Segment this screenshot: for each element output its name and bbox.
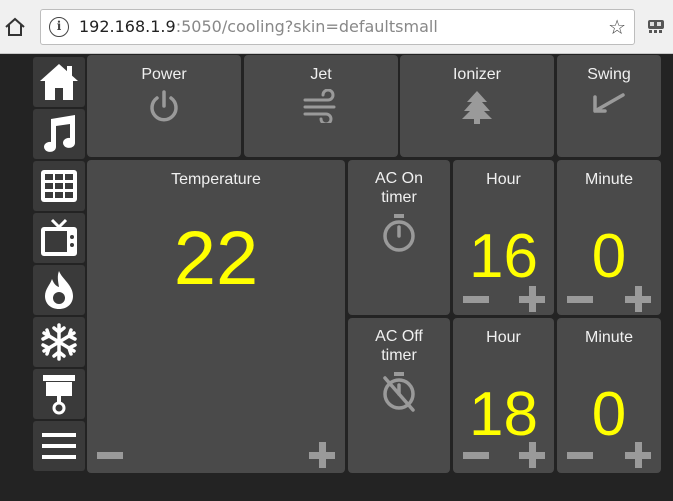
on-timer-minute-panel: Minute 0	[557, 160, 661, 315]
temperature-decrease-button[interactable]	[97, 452, 123, 459]
ac-off-timer-label-line2: timer	[381, 347, 417, 364]
on-timer-hour-decrease-button[interactable]	[463, 296, 489, 303]
power-button[interactable]: Power	[87, 55, 241, 157]
on-timer-minute-decrease-button[interactable]	[567, 296, 593, 303]
extension-icon[interactable]	[646, 16, 666, 36]
grid-icon	[41, 170, 77, 202]
power-icon	[150, 90, 178, 122]
on-timer-hour-label: Hour	[486, 171, 521, 188]
sidebar-item-grid[interactable]	[33, 161, 85, 211]
sidebar-item-fire[interactable]	[33, 265, 85, 315]
home-icon	[40, 64, 78, 100]
off-timer-hour-increase-button[interactable]	[519, 442, 545, 468]
ac-on-timer-button[interactable]: AC On timer	[348, 160, 450, 315]
ionizer-label: Ionizer	[452, 66, 502, 83]
sidebar-item-menu[interactable]	[33, 421, 85, 471]
bookmark-star-icon[interactable]: ☆	[608, 15, 626, 39]
tree-icon	[462, 91, 492, 124]
sidebar-item-projector[interactable]	[33, 369, 85, 419]
snowflake-icon	[41, 323, 77, 361]
off-timer-minute-increase-button[interactable]	[625, 442, 651, 468]
home-outline-icon	[5, 17, 25, 36]
on-timer-hour-panel: Hour 16	[453, 160, 554, 315]
url-path: :5050/cooling?skin=defaultsmall	[175, 17, 438, 36]
off-timer-hour-label: Hour	[486, 329, 521, 346]
ionizer-button[interactable]: Ionizer	[400, 55, 554, 157]
ac-on-timer-label-line1: AC On	[374, 170, 423, 187]
temperature-increase-button[interactable]	[309, 442, 335, 468]
stopwatch-off-icon	[383, 372, 415, 412]
swing-icon	[593, 93, 625, 113]
wind-icon	[303, 89, 336, 123]
temperature-label: Temperature	[171, 171, 261, 188]
ac-on-timer-label-line2: timer	[381, 189, 417, 206]
off-timer-minute-value: 0	[591, 380, 627, 449]
url-host: 192.168.1.9	[79, 17, 176, 36]
ac-off-timer-label-line1: AC Off	[375, 328, 423, 345]
on-timer-minute-value: 0	[591, 222, 627, 291]
browser-toolbar: i 192.168.1.9:5050/cooling?skin=defaults…	[0, 0, 673, 54]
on-timer-minute-label: Minute	[584, 171, 634, 188]
sidebar-item-cooling[interactable]	[33, 317, 85, 367]
jet-button[interactable]: Jet	[244, 55, 398, 157]
menu-icon	[42, 433, 76, 459]
off-timer-minute-decrease-button[interactable]	[567, 452, 593, 459]
on-timer-hour-increase-button[interactable]	[519, 286, 545, 312]
swing-label: Swing	[587, 66, 631, 83]
sidebar-item-home[interactable]	[33, 57, 85, 107]
info-icon[interactable]: i	[49, 17, 69, 37]
url-text[interactable]: 192.168.1.9:5050/cooling?skin=defaultsma…	[79, 17, 438, 36]
on-timer-hour-value: 16	[469, 222, 538, 291]
swing-button[interactable]: Swing	[557, 55, 661, 157]
fire-icon	[45, 271, 73, 309]
url-bar[interactable]: i 192.168.1.9:5050/cooling?skin=defaults…	[40, 9, 635, 45]
on-timer-minute-increase-button[interactable]	[625, 286, 651, 312]
power-label: Power	[141, 66, 187, 83]
browser-home-button[interactable]	[2, 12, 28, 42]
jet-label: Jet	[310, 66, 332, 83]
temperature-panel: Temperature 22	[87, 160, 345, 473]
music-icon	[44, 115, 75, 152]
off-timer-hour-value: 18	[469, 380, 538, 449]
stopwatch-icon	[383, 214, 415, 252]
temperature-value: 22	[173, 216, 259, 301]
off-timer-minute-panel: Minute 0	[557, 318, 661, 473]
sidebar-item-music[interactable]	[33, 109, 85, 159]
sidebar-item-tv[interactable]	[33, 213, 85, 263]
off-timer-hour-panel: Hour 18	[453, 318, 554, 473]
off-timer-hour-decrease-button[interactable]	[463, 452, 489, 459]
off-timer-minute-label: Minute	[584, 329, 634, 346]
ac-off-timer-button[interactable]: AC Off timer	[348, 318, 450, 473]
cooling-app: Power Jet Ionizer Swing Temperature 22 A…	[33, 55, 661, 475]
cooling-unit-icon	[43, 375, 75, 415]
tv-icon	[41, 218, 77, 256]
